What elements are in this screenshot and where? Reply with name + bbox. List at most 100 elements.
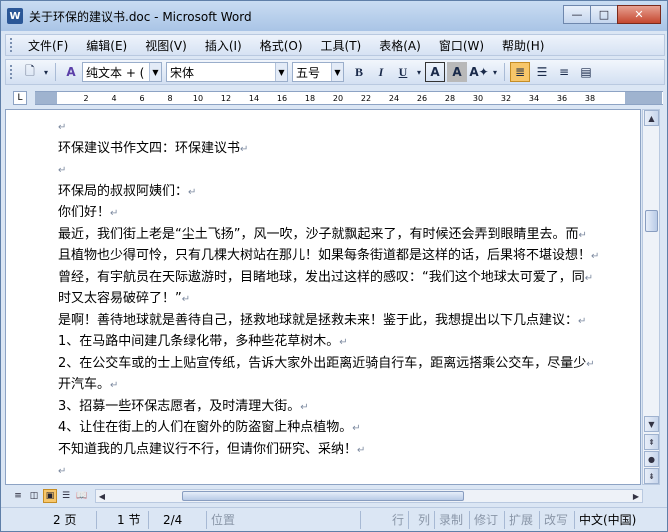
horizontal-scroll-thumb[interactable] — [182, 491, 464, 501]
document-line[interactable]: 时又太容易破碎了！”↵ — [58, 288, 624, 310]
document-line-text: 3、招募一些环保志愿者，及时清理大街。 — [58, 398, 301, 414]
ruler-tick: 34 — [528, 94, 540, 103]
view-bar: ≡ ◫ ▣ ☰ 📖 ◀ ▶ — [5, 487, 660, 505]
paragraph-mark-icon: ↵ — [58, 466, 67, 477]
document-body[interactable]: ↵ 环保建议书作文四：环保建议书↵ ↵ 环保局的叔叔阿姨们：↵ 你们好！↵ 最近，我们街上… — [58, 116, 624, 485]
document-line[interactable]: 曾经，有宇航员在天际遨游时，目睹地球，发出过这样的感叹：“我们这个地球太可爱了，… — [58, 267, 624, 289]
scroll-down-icon[interactable]: ▼ — [644, 416, 659, 432]
menu-tools[interactable]: 工具(T) — [312, 37, 371, 54]
menu-help[interactable]: 帮助(H) — [493, 37, 553, 54]
document-line[interactable]: 且植物也少得可怜，只有几棵大树站在那儿！如果每条街道都是这样的话，后果将不堪设想… — [58, 245, 624, 267]
toolbar-separator — [55, 63, 56, 81]
menu-insert[interactable]: 插入(I) — [196, 37, 251, 54]
font-select[interactable]: 宋体 ▼ — [166, 62, 288, 82]
chevron-down-icon[interactable]: ▼ — [331, 63, 343, 81]
document-line-text: 且植物也少得可怜，只有几棵大树站在那儿！如果每条街道都是这样的话，后果将不堪设想… — [58, 248, 592, 263]
char-border-icon[interactable]: A — [425, 62, 445, 82]
align-right-icon[interactable]: ≡ — [554, 62, 574, 82]
close-button[interactable]: ✕ — [617, 5, 661, 24]
styles-pane-icon[interactable]: A — [61, 62, 81, 82]
align-justify-icon[interactable]: ≣ — [510, 62, 530, 82]
style-select[interactable]: 纯文本 + ( ▼ — [82, 62, 162, 82]
chevron-down-icon[interactable]: ▼ — [275, 63, 287, 81]
char-shading-icon[interactable]: A — [447, 62, 467, 82]
italic-button[interactable]: I — [371, 62, 391, 82]
menu-window[interactable]: 窗口(W) — [430, 37, 493, 54]
document-line[interactable]: ↵ — [58, 116, 624, 138]
menu-file[interactable]: 文件(F) — [19, 37, 77, 54]
menu-grip-icon[interactable] — [10, 38, 13, 52]
ruler-tick: 20 — [332, 94, 344, 103]
document-line[interactable]: 环保建议书作文四：环保建议书↵ — [58, 138, 624, 160]
next-page-icon[interactable]: ⇟ — [644, 468, 659, 484]
underline-button[interactable]: U — [393, 62, 413, 82]
menu-bar: 文件(F) 编辑(E) 视图(V) 插入(I) 格式(O) 工具(T) 表格(A… — [5, 34, 665, 56]
window-title: 关于环保的建议书.doc - Microsoft Word — [29, 9, 252, 24]
scroll-up-icon[interactable]: ▲ — [644, 110, 659, 126]
ruler-tick: 2 — [83, 94, 89, 103]
document-line[interactable]: 开汽车。↵ — [58, 374, 624, 396]
word-app-icon[interactable]: W — [7, 8, 23, 24]
minimize-button[interactable]: — — [563, 5, 591, 24]
status-row: 行 — [361, 510, 409, 529]
document-line-text: 2、在公交车或的士上贴宣传纸，告诉大家外出距离近骑自行车，距离远搭乘公交车，尽量… — [58, 355, 587, 371]
paragraph-mark-icon: ↵ — [110, 208, 119, 219]
document-line[interactable]: ↵ — [58, 159, 624, 181]
document-page[interactable]: ↵ 环保建议书作文四：环保建议书↵ ↵ 环保局的叔叔阿姨们：↵ 你们好！↵ 最近，我们街上… — [5, 109, 641, 485]
browse-object-icon[interactable]: ● — [644, 451, 659, 467]
scroll-right-icon[interactable]: ▶ — [630, 490, 642, 502]
document-line[interactable]: 不知道我的几点建议行不行，但请你们研究、采纳！↵ — [58, 439, 624, 461]
document-line[interactable]: 4、让住在街上的人们在窗外的防盗窗上种点植物。↵ — [58, 417, 624, 439]
document-line[interactable]: ↵ — [58, 460, 624, 482]
paragraph-mark-icon: ↵ — [188, 186, 197, 198]
document-line[interactable]: 你们好！↵ — [58, 202, 624, 224]
outline-view-icon[interactable]: ☰ — [59, 489, 73, 503]
paragraph-mark-icon: ↵ — [181, 294, 191, 305]
document-line-text: 最近，我们街上老是“尘土飞扬”，风一吹，沙子就飘起来了，有时候还会弄到眼睛里去。… — [58, 226, 579, 242]
underline-options-icon[interactable]: ▾ — [415, 62, 423, 82]
new-document-icon[interactable]: 🗋 — [20, 62, 40, 82]
web-layout-icon[interactable]: ◫ — [27, 489, 41, 503]
document-line[interactable]: 最近，我们街上老是“尘土飞扬”，风一吹，沙子就飘起来了，有时候还会弄到眼睛里去。… — [58, 224, 624, 246]
status-trk[interactable]: 修订 — [470, 510, 505, 529]
status-position: 位置 — [207, 510, 361, 529]
chevron-down-icon[interactable]: ▼ — [149, 63, 161, 81]
tab-selector[interactable]: L — [13, 91, 27, 105]
horizontal-scrollbar[interactable]: ◀ ▶ — [95, 489, 643, 503]
document-line[interactable]: ↵ — [58, 482, 624, 485]
bold-button[interactable]: B — [349, 62, 369, 82]
status-bar: 2 页 1 节 2/4 位置 行 列 录制 修订 扩展 改写 中文(中国) — [1, 507, 667, 531]
ruler-right-margin — [625, 92, 662, 104]
menu-format[interactable]: 格式(O) — [251, 37, 312, 54]
font-size-select[interactable]: 五号 ▼ — [292, 62, 344, 82]
normal-view-icon[interactable]: ≡ — [11, 489, 25, 503]
text-effects-options-icon[interactable]: ▾ — [491, 62, 499, 82]
vertical-scrollbar[interactable]: ▲ ▼ ⇞ ● ⇟ — [642, 109, 660, 485]
status-ovr[interactable]: 改写 — [540, 510, 575, 529]
status-ext[interactable]: 扩展 — [505, 510, 540, 529]
align-center-icon[interactable]: ☰ — [532, 62, 552, 82]
menu-view[interactable]: 视图(V) — [136, 37, 196, 54]
document-line[interactable]: 1、在马路中间建几条绿化带，多种些花草树木。↵ — [58, 331, 624, 353]
distributed-align-icon[interactable]: ▤ — [576, 62, 596, 82]
print-layout-icon[interactable]: ▣ — [43, 489, 57, 503]
scroll-left-icon[interactable]: ◀ — [96, 490, 108, 502]
status-language[interactable]: 中文(中国) — [575, 511, 659, 529]
maximize-button[interactable]: □ — [590, 5, 618, 24]
horizontal-ruler[interactable]: 2 4 6 8 10 12 14 16 18 20 22 24 26 28 30… — [35, 91, 663, 105]
toolbar-options-icon[interactable]: ▾ — [42, 62, 50, 82]
document-line[interactable]: 环保局的叔叔阿姨们：↵ — [58, 181, 624, 203]
status-rec[interactable]: 录制 — [435, 510, 470, 529]
menu-edit[interactable]: 编辑(E) — [77, 37, 136, 54]
reading-layout-icon[interactable]: 📖 — [75, 489, 89, 503]
toolbar-grip-icon[interactable] — [10, 65, 13, 79]
vertical-scroll-thumb[interactable] — [645, 210, 658, 232]
menu-table[interactable]: 表格(A) — [370, 37, 430, 54]
document-line[interactable]: 是啊！善待地球就是善待自己，拯救地球就是拯救未来！鉴于此，我想提出以下几点建议：… — [58, 310, 624, 332]
previous-page-icon[interactable]: ⇞ — [644, 434, 659, 450]
document-line[interactable]: 3、招募一些环保志愿者，及时清理大街。↵ — [58, 396, 624, 418]
document-line-text: 1、在马路中间建几条绿化带，多种些花草树木。 — [58, 334, 340, 349]
document-line[interactable]: 2、在公交车或的士上贴宣传纸，告诉大家外出距离近骑自行车，距离远搭乘公交车，尽量… — [58, 353, 624, 375]
paragraph-mark-icon: ↵ — [339, 337, 348, 348]
text-effects-icon[interactable]: A✦ — [469, 62, 489, 82]
